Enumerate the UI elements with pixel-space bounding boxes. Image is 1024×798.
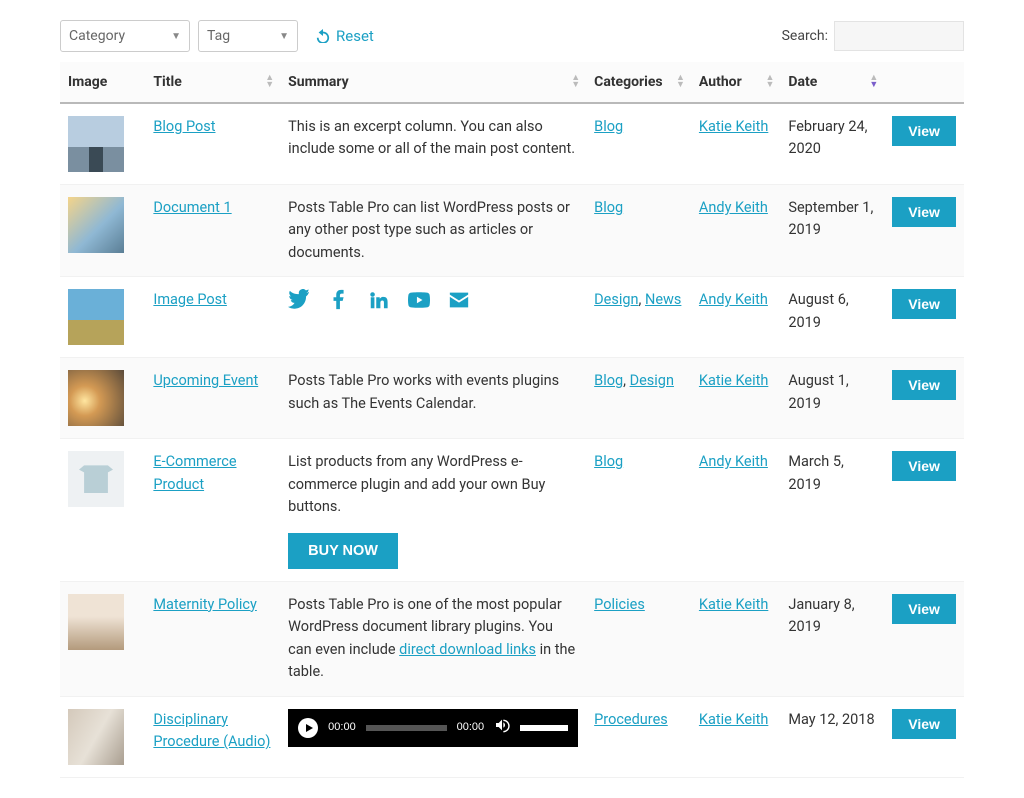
- view-button[interactable]: View: [892, 289, 956, 319]
- tag-label: Tag: [207, 28, 230, 44]
- sort-icon: ▲▼: [571, 75, 580, 89]
- col-date[interactable]: Date▲▼: [780, 62, 884, 103]
- table-row: Document 1 Posts Table Pro can list WordP…: [60, 185, 964, 277]
- col-title[interactable]: Title▲▼: [145, 62, 280, 103]
- category-dropdown[interactable]: Category ▼: [60, 20, 190, 52]
- post-summary: 00:00 00:00: [280, 696, 586, 777]
- category-link[interactable]: Blog: [594, 199, 623, 216]
- post-title-link[interactable]: Disciplinary Procedure (Audio): [153, 711, 270, 750]
- view-button[interactable]: View: [892, 451, 956, 481]
- post-thumbnail[interactable]: [68, 197, 124, 253]
- post-date: September 1, 2019: [780, 185, 884, 277]
- reset-label: Reset: [336, 27, 374, 45]
- post-date: January 8, 2019: [780, 581, 884, 696]
- post-title-link[interactable]: Blog Post: [153, 118, 215, 135]
- sort-icon: ▲▼: [676, 75, 685, 89]
- category-link[interactable]: Blog: [594, 118, 623, 135]
- post-thumbnail[interactable]: [68, 451, 124, 507]
- category-link[interactable]: Blog: [594, 372, 623, 389]
- post-date: August 1, 2019: [780, 358, 884, 439]
- author-link[interactable]: Andy Keith: [699, 291, 768, 308]
- view-button[interactable]: View: [892, 197, 956, 227]
- sort-icon: ▲▼: [765, 75, 774, 89]
- author-link[interactable]: Katie Keith: [699, 118, 768, 135]
- buy-now-button[interactable]: BUY NOW: [288, 533, 398, 569]
- col-image: Image: [60, 62, 145, 103]
- post-summary: Posts Table Pro works with events plugin…: [280, 358, 586, 439]
- post-thumbnail[interactable]: [68, 116, 124, 172]
- volume-bar[interactable]: [520, 725, 568, 731]
- youtube-icon[interactable]: [408, 289, 430, 318]
- post-thumbnail[interactable]: [68, 594, 124, 650]
- category-link[interactable]: Policies: [594, 596, 645, 613]
- post-title-link[interactable]: E-Commerce Product: [153, 453, 236, 492]
- post-summary: This is an excerpt column. You can also …: [280, 103, 586, 185]
- post-date: February 24, 2020: [780, 103, 884, 185]
- table-row: Maternity Policy Posts Table Pro is one o…: [60, 581, 964, 696]
- audio-total-time: 00:00: [457, 719, 485, 736]
- post-thumbnail[interactable]: [68, 709, 124, 765]
- post-title-link[interactable]: Upcoming Event: [153, 372, 258, 389]
- author-link[interactable]: Andy Keith: [699, 453, 768, 470]
- reset-button[interactable]: Reset: [316, 27, 374, 45]
- author-link[interactable]: Katie Keith: [699, 596, 768, 613]
- audio-seek-bar[interactable]: [366, 725, 447, 731]
- post-summary: [280, 277, 586, 358]
- table-row: E-Commerce Product List products from any…: [60, 439, 964, 581]
- post-summary: Posts Table Pro can list WordPress posts…: [280, 185, 586, 277]
- facebook-icon[interactable]: [328, 289, 350, 318]
- post-date: March 5, 2019: [780, 439, 884, 581]
- volume-icon[interactable]: [494, 717, 510, 739]
- col-summary[interactable]: Summary▲▼: [280, 62, 586, 103]
- search-label: Search:: [782, 28, 828, 44]
- audio-current-time: 00:00: [328, 719, 356, 736]
- view-button[interactable]: View: [892, 594, 956, 624]
- category-link[interactable]: Blog: [594, 453, 623, 470]
- col-actions: [884, 62, 964, 103]
- post-thumbnail[interactable]: [68, 370, 124, 426]
- twitter-icon[interactable]: [288, 289, 310, 318]
- posts-table: Image Title▲▼ Summary▲▼ Categories▲▼ Aut…: [60, 62, 964, 778]
- envelope-icon[interactable]: [448, 289, 470, 318]
- category-link[interactable]: Procedures: [594, 711, 668, 728]
- view-button[interactable]: View: [892, 116, 956, 146]
- post-date: August 6, 2019: [780, 277, 884, 358]
- view-button[interactable]: View: [892, 709, 956, 739]
- table-row: Upcoming Event Posts Table Pro works with…: [60, 358, 964, 439]
- table-row: Disciplinary Procedure (Audio) 00:00 00:…: [60, 696, 964, 777]
- search-input[interactable]: [834, 21, 964, 51]
- sort-icon: ▲▼: [265, 75, 274, 89]
- post-date: May 12, 2018: [780, 696, 884, 777]
- col-categories[interactable]: Categories▲▼: [586, 62, 691, 103]
- sort-icon: ▲▼: [869, 75, 878, 89]
- author-link[interactable]: Katie Keith: [699, 372, 768, 389]
- audio-player[interactable]: 00:00 00:00: [288, 709, 578, 747]
- post-title-link[interactable]: Image Post: [153, 291, 227, 308]
- author-link[interactable]: Andy Keith: [699, 199, 768, 216]
- post-thumbnail[interactable]: [68, 289, 124, 345]
- category-label: Category: [69, 28, 125, 44]
- post-summary: Posts Table Pro is one of the most popul…: [280, 581, 586, 696]
- table-row: Blog Post This is an excerpt column. You …: [60, 103, 964, 185]
- post-title-link[interactable]: Document 1: [153, 199, 231, 216]
- play-icon[interactable]: [298, 718, 318, 738]
- summary-inline-link[interactable]: direct download links: [399, 641, 536, 658]
- category-link[interactable]: Design: [594, 291, 638, 308]
- author-link[interactable]: Katie Keith: [699, 711, 768, 728]
- undo-icon: [316, 29, 330, 43]
- col-author[interactable]: Author▲▼: [691, 62, 780, 103]
- chevron-down-icon: ▼: [279, 31, 289, 42]
- linkedin-icon[interactable]: [368, 289, 390, 318]
- category-link[interactable]: Design: [630, 372, 674, 389]
- category-link[interactable]: News: [645, 291, 681, 308]
- table-row: Image PostDesign, NewsAndy KeithAugust 6…: [60, 277, 964, 358]
- post-summary: List products from any WordPress e-comme…: [280, 439, 586, 581]
- tag-dropdown[interactable]: Tag ▼: [198, 20, 298, 52]
- view-button[interactable]: View: [892, 370, 956, 400]
- filter-bar: Category ▼ Tag ▼ Reset Search:: [60, 20, 964, 52]
- post-title-link[interactable]: Maternity Policy: [153, 596, 256, 613]
- chevron-down-icon: ▼: [171, 31, 181, 42]
